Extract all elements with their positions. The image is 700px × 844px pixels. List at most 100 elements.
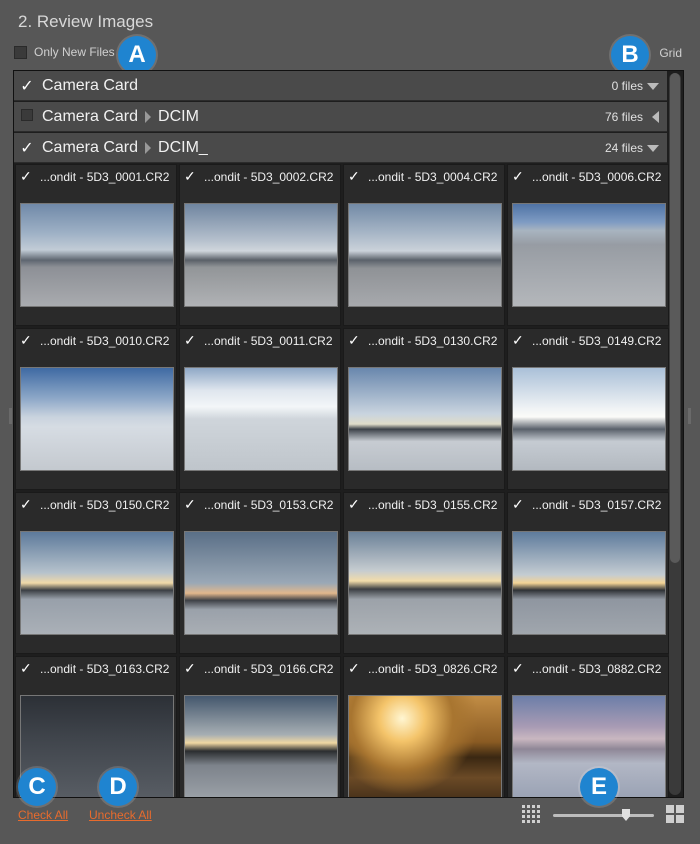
folder-name: Camera Card xyxy=(42,76,139,94)
folder-checkbox[interactable] xyxy=(20,108,34,126)
slider-knob[interactable] xyxy=(622,809,630,821)
thumbnail-checkbox[interactable]: ✓ xyxy=(20,332,32,349)
folder-checkbox[interactable]: ✓ xyxy=(20,138,34,158)
thumbnail-cell[interactable]: ✓ ...ondit - 5D3_0002.CR2 xyxy=(179,164,341,326)
thumbnail-filename: ...ondit - 5D3_0166.CR2 xyxy=(204,661,334,676)
only-new-files-toggle[interactable]: Only New Files xyxy=(14,45,115,59)
thumbnail-checkbox[interactable]: ✓ xyxy=(184,660,196,677)
disclosure-left-icon[interactable] xyxy=(652,111,659,123)
thumbnail-header: ✓ ...ondit - 5D3_0163.CR2 xyxy=(20,660,169,677)
folder-row[interactable]: ✓ Camera Card DCIM_ 24 files xyxy=(14,133,667,163)
folder-checkbox[interactable]: ✓ xyxy=(20,76,34,96)
callout-b: B xyxy=(611,36,649,74)
disclosure-down-icon[interactable] xyxy=(647,145,659,152)
view-mode-grid[interactable]: Grid xyxy=(659,46,682,60)
thumbnail-cell[interactable]: ✓ ...ondit - 5D3_0826.CR2 xyxy=(343,656,505,797)
thumbnail-image[interactable] xyxy=(20,367,174,471)
thumbnail-checkbox[interactable]: ✓ xyxy=(184,332,196,349)
folder-row[interactable]: ✓ Camera Card 0 files xyxy=(14,71,667,101)
folder-name: Camera Card DCIM xyxy=(42,107,199,125)
thumbnail-filename: ...ondit - 5D3_0155.CR2 xyxy=(368,497,498,512)
thumbnail-image[interactable] xyxy=(20,203,174,307)
thumbnail-checkbox[interactable]: ✓ xyxy=(512,660,524,677)
thumbnail-cell[interactable]: ✓ ...ondit - 5D3_0149.CR2 xyxy=(507,328,669,490)
folder-name: Camera Card DCIM_ xyxy=(42,138,208,156)
folder-file-count: 0 files xyxy=(611,78,643,93)
uncheck-all-button[interactable]: Uncheck All xyxy=(89,808,152,822)
thumbnail-filename: ...ondit - 5D3_0001.CR2 xyxy=(40,169,170,184)
thumbnail-cell[interactable]: ✓ ...ondit - 5D3_0157.CR2 xyxy=(507,492,669,654)
thumbnail-checkbox[interactable]: ✓ xyxy=(512,332,524,349)
left-panel-handle[interactable] xyxy=(9,408,12,424)
thumbnail-cell[interactable]: ✓ ...ondit - 5D3_0153.CR2 xyxy=(179,492,341,654)
thumbnail-header: ✓ ...ondit - 5D3_0002.CR2 xyxy=(184,168,333,185)
thumbnail-image[interactable] xyxy=(184,203,338,307)
thumbnail-checkbox[interactable]: ✓ xyxy=(184,168,196,185)
thumbnail-checkbox[interactable]: ✓ xyxy=(512,168,524,185)
thumbnail-filename: ...ondit - 5D3_0002.CR2 xyxy=(204,169,334,184)
thumbnail-filename: ...ondit - 5D3_0004.CR2 xyxy=(368,169,498,184)
scrollbar-thumb[interactable] xyxy=(670,73,680,563)
thumbnail-cell[interactable]: ✓ ...ondit - 5D3_0010.CR2 xyxy=(15,328,177,490)
image-browser: ✓ Camera Card 0 files Camera Card DCIM 76… xyxy=(13,70,684,798)
small-grid-icon[interactable] xyxy=(522,805,540,823)
thumbnail-image[interactable] xyxy=(348,367,502,471)
thumbnail-checkbox[interactable]: ✓ xyxy=(348,496,360,513)
thumbnail-image[interactable] xyxy=(348,203,502,307)
right-panel-handle[interactable] xyxy=(688,408,691,424)
thumbnail-header: ✓ ...ondit - 5D3_0011.CR2 xyxy=(184,332,333,349)
callout-d: D xyxy=(99,768,137,806)
thumbnail-filename: ...ondit - 5D3_0826.CR2 xyxy=(368,661,498,676)
thumbnail-checkbox[interactable]: ✓ xyxy=(20,660,32,677)
thumbnail-image[interactable] xyxy=(348,695,502,797)
thumbnail-checkbox[interactable]: ✓ xyxy=(348,168,360,185)
path-separator-icon xyxy=(145,141,152,154)
thumbnail-header: ✓ ...ondit - 5D3_0153.CR2 xyxy=(184,496,333,513)
scrollbar[interactable] xyxy=(669,73,681,795)
thumbnail-image[interactable] xyxy=(512,531,666,635)
thumbnail-checkbox[interactable]: ✓ xyxy=(20,168,32,185)
large-grid-icon[interactable] xyxy=(666,805,684,823)
thumbnail-filename: ...ondit - 5D3_0149.CR2 xyxy=(532,333,662,348)
check-all-button[interactable]: Check All xyxy=(18,808,68,822)
thumbnail-header: ✓ ...ondit - 5D3_0130.CR2 xyxy=(348,332,497,349)
thumbnail-cell[interactable]: ✓ ...ondit - 5D3_0011.CR2 xyxy=(179,328,341,490)
thumbnail-checkbox[interactable]: ✓ xyxy=(348,660,360,677)
thumbnail-filename: ...ondit - 5D3_0153.CR2 xyxy=(204,497,334,512)
callout-e: E xyxy=(580,768,618,806)
thumbnail-filename: ...ondit - 5D3_0163.CR2 xyxy=(40,661,170,676)
thumbnail-header: ✓ ...ondit - 5D3_0010.CR2 xyxy=(20,332,169,349)
thumbnail-header: ✓ ...ondit - 5D3_0150.CR2 xyxy=(20,496,169,513)
thumbnail-size-slider[interactable] xyxy=(553,809,654,821)
panel-title: 2. Review Images xyxy=(18,12,154,31)
only-new-files-checkbox[interactable] xyxy=(14,45,27,59)
disclosure-down-icon[interactable] xyxy=(647,83,659,90)
thumbnail-image[interactable] xyxy=(512,203,666,307)
thumbnail-image[interactable] xyxy=(512,367,666,471)
thumbnail-cell[interactable]: ✓ ...ondit - 5D3_0155.CR2 xyxy=(343,492,505,654)
only-new-files-label: Only New Files xyxy=(34,45,115,59)
thumbnail-checkbox[interactable]: ✓ xyxy=(184,496,196,513)
thumbnail-filename: ...ondit - 5D3_0882.CR2 xyxy=(532,661,662,676)
thumbnail-cell[interactable]: ✓ ...ondit - 5D3_0130.CR2 xyxy=(343,328,505,490)
thumbnail-filename: ...ondit - 5D3_0011.CR2 xyxy=(204,333,333,348)
thumbnail-cell[interactable]: ✓ ...ondit - 5D3_0001.CR2 xyxy=(15,164,177,326)
thumbnail-image[interactable] xyxy=(348,531,502,635)
thumbnail-image[interactable] xyxy=(20,531,174,635)
thumbnail-cell[interactable]: ✓ ...ondit - 5D3_0006.CR2 xyxy=(507,164,669,326)
folder-row[interactable]: Camera Card DCIM 76 files xyxy=(14,102,667,132)
thumbnail-checkbox[interactable]: ✓ xyxy=(348,332,360,349)
thumbnail-cell[interactable]: ✓ ...ondit - 5D3_0166.CR2 xyxy=(179,656,341,797)
thumbnail-header: ✓ ...ondit - 5D3_0001.CR2 xyxy=(20,168,169,185)
thumbnail-cell[interactable]: ✓ ...ondit - 5D3_0150.CR2 xyxy=(15,492,177,654)
thumbnail-filename: ...ondit - 5D3_0010.CR2 xyxy=(40,333,170,348)
thumbnail-checkbox[interactable]: ✓ xyxy=(20,496,32,513)
thumbnail-header: ✓ ...ondit - 5D3_0157.CR2 xyxy=(512,496,661,513)
thumbnail-cell[interactable]: ✓ ...ondit - 5D3_0004.CR2 xyxy=(343,164,505,326)
thumbnail-header: ✓ ...ondit - 5D3_0004.CR2 xyxy=(348,168,497,185)
thumbnail-checkbox[interactable]: ✓ xyxy=(512,496,524,513)
thumbnail-image[interactable] xyxy=(184,531,338,635)
thumbnail-image[interactable] xyxy=(184,695,338,797)
thumbnail-image[interactable] xyxy=(184,367,338,471)
thumbnail-filename: ...ondit - 5D3_0130.CR2 xyxy=(368,333,498,348)
